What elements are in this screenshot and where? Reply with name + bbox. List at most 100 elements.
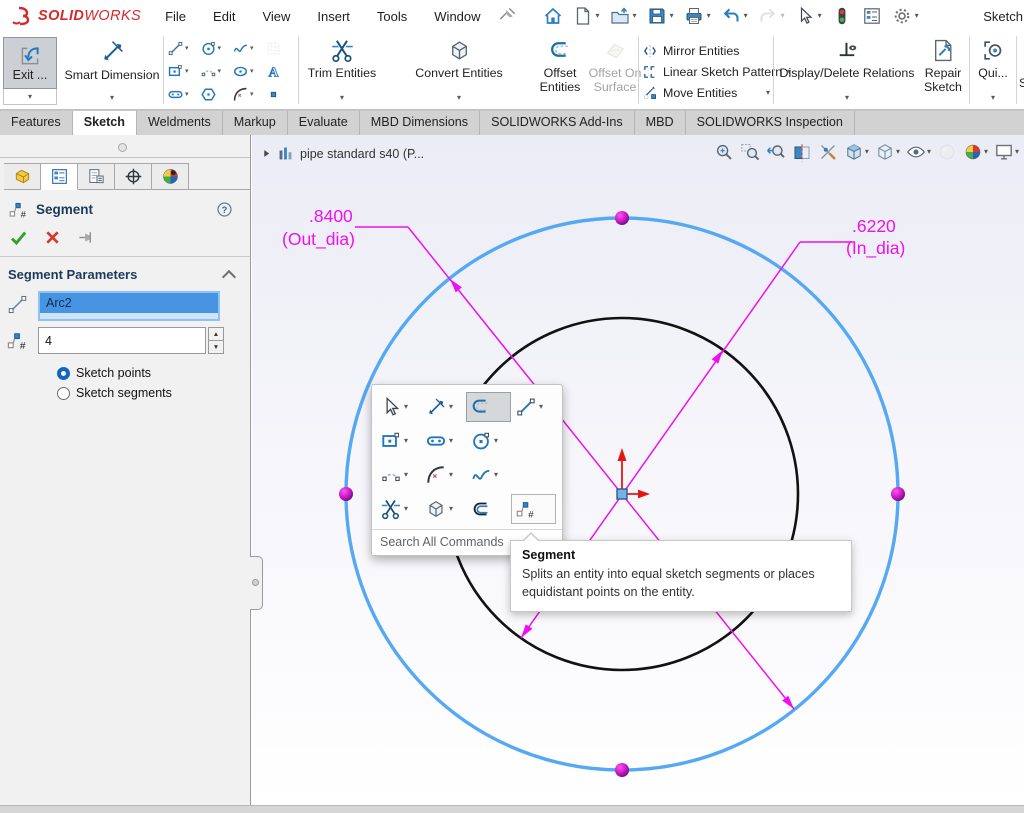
dropdown-arrow-icon[interactable]: ▾: [250, 68, 254, 75]
dropdown-arrow-icon[interactable]: ▾: [449, 505, 453, 513]
offset-on-surface-tool-button[interactable]: ▾: [466, 494, 511, 524]
sketch-picture-tool[interactable]: ▾: [265, 39, 298, 58]
dropdown-arrow-icon[interactable]: ▾: [185, 91, 189, 98]
panel-collapse-handle[interactable]: [250, 556, 263, 610]
tools-menu[interactable]: Tools: [377, 9, 407, 24]
line-tool-button[interactable]: ▾: [511, 392, 556, 422]
offset-entities-button[interactable]: Offset Entities: [534, 36, 586, 104]
dimxpertmanager-tab[interactable]: [115, 163, 152, 190]
dropdown-arrow-icon[interactable]: ▾: [984, 148, 988, 156]
ellipse-tool[interactable]: ▾: [232, 62, 265, 81]
move-entities-button[interactable]: Move Entities ▾: [642, 82, 770, 103]
dropdown-arrow-icon[interactable]: ▾: [596, 12, 600, 20]
dropdown-arrow-icon[interactable]: ▾: [404, 505, 408, 513]
dropdown-arrow-icon[interactable]: ▾: [494, 471, 498, 479]
keep-visible-pin-button[interactable]: [77, 228, 96, 247]
slot-tool[interactable]: ▾: [167, 85, 200, 104]
view-menu[interactable]: View: [262, 9, 290, 24]
dropdown-arrow-icon[interactable]: ▾: [707, 12, 711, 20]
circle-tool-button[interactable]: ▾: [466, 426, 511, 456]
dropdown-arrow-icon[interactable]: ▾: [404, 403, 408, 411]
tab-sketch[interactable]: Sketch: [73, 111, 137, 135]
insert-menu[interactable]: Insert: [317, 9, 350, 24]
fillet-tool[interactable]: ▾: [232, 85, 265, 104]
exit-sketch-button[interactable]: Exit ... ▾: [3, 37, 57, 105]
dropdown-arrow-icon[interactable]: ▾: [404, 471, 408, 479]
section-view-button[interactable]: ▾: [790, 141, 814, 163]
quick-snaps-dropdown[interactable]: ▾: [991, 94, 995, 104]
tab-markup[interactable]: Markup: [223, 111, 288, 135]
select-tool-button[interactable]: ▾: [376, 392, 421, 422]
dropdown-arrow-icon[interactable]: ▾: [1015, 148, 1019, 156]
edit-menu[interactable]: Edit: [213, 9, 235, 24]
expand-tree-icon[interactable]: [262, 149, 271, 158]
fillet-tool-button[interactable]: ▾: [421, 460, 466, 490]
previous-view-button[interactable]: ▾: [764, 141, 788, 163]
offset-entities-tool-button[interactable]: ▾: [466, 392, 511, 422]
tab-mbd-dimensions[interactable]: MBD Dimensions: [360, 111, 480, 135]
dropdown-arrow-icon[interactable]: ▾: [896, 148, 900, 156]
display-style-button[interactable]: ▾: [873, 141, 902, 163]
spline-tool-button[interactable]: ▾: [466, 460, 511, 490]
zoom-to-area-button[interactable]: ▾: [738, 141, 762, 163]
dropdown-arrow-icon[interactable]: ▾: [185, 45, 189, 52]
circle-tool[interactable]: ▾: [200, 39, 233, 58]
inner-diameter-name[interactable]: (In_dia): [846, 238, 905, 259]
window-menu[interactable]: Window: [434, 9, 480, 24]
featuremanager-tab[interactable]: [4, 163, 41, 190]
propertymanager-tab[interactable]: [41, 163, 78, 190]
dropdown-arrow-icon[interactable]: ▾: [539, 403, 543, 411]
select-button[interactable]: ▾: [790, 4, 827, 28]
outer-diameter-name[interactable]: (Out_dia): [282, 229, 355, 250]
dropdown-arrow-icon[interactable]: ▾: [250, 45, 254, 52]
dropdown-arrow-icon[interactable]: ▾: [927, 148, 931, 156]
home-button[interactable]: ▾: [538, 4, 568, 28]
exit-sketch-dropdown[interactable]: ▾: [3, 89, 57, 105]
smart-dimension-tool-button[interactable]: ▾: [421, 392, 466, 422]
polygon-tool[interactable]: ▾: [200, 85, 233, 104]
slot-tool-button[interactable]: ▾: [421, 426, 466, 456]
zoom-to-fit-button[interactable]: ▾: [712, 141, 736, 163]
trim-entities-button[interactable]: Trim Entities ▾: [300, 36, 384, 104]
tab-evaluate[interactable]: Evaluate: [288, 111, 360, 135]
text-tool[interactable]: A ▾: [265, 62, 298, 81]
stepper-up-button[interactable]: ▲: [208, 327, 224, 341]
dropdown-arrow-icon[interactable]: ▾: [670, 12, 674, 20]
convert-entities-tool-button[interactable]: ▾: [421, 494, 466, 524]
quick-snaps-button[interactable]: Qui... ▾: [972, 36, 1014, 104]
dropdown-arrow-icon[interactable]: ▾: [818, 12, 822, 20]
dropdown-arrow-icon[interactable]: ▾: [449, 471, 453, 479]
dropdown-arrow-icon[interactable]: ▾: [449, 437, 453, 445]
display-delete-relations-dropdown[interactable]: ▾: [845, 94, 849, 104]
redo-button[interactable]: ▾: [753, 4, 790, 28]
rectangle-tool[interactable]: ▾: [167, 62, 200, 81]
sketch-origin[interactable]: [617, 448, 650, 499]
settings-button[interactable]: ▾: [887, 4, 924, 28]
tab-features[interactable]: Features: [0, 111, 73, 135]
dropdown-arrow-icon[interactable]: ▾: [404, 437, 408, 445]
dropdown-arrow-icon[interactable]: ▾: [633, 12, 637, 20]
rebuild-button[interactable]: ▾: [827, 4, 857, 28]
tab-weldments[interactable]: Weldments: [137, 111, 223, 135]
stepper-down-button[interactable]: ▼: [208, 341, 224, 354]
convert-entities-dropdown[interactable]: ▾: [457, 94, 461, 104]
feature-tree-flyout[interactable]: pipe standard s40 (P...: [262, 145, 424, 162]
dropdown-arrow-icon[interactable]: ▾: [218, 45, 222, 52]
dropdown-arrow-icon[interactable]: ▾: [494, 437, 498, 445]
sketch-points-radio[interactable]: Sketch points: [57, 366, 250, 380]
view-orientation-button[interactable]: ▾: [842, 141, 871, 163]
help-icon[interactable]: ?: [216, 201, 233, 218]
display-delete-relations-button[interactable]: Display/Delete Relations ▾: [776, 36, 918, 104]
edit-appearance-button[interactable]: ▾: [935, 141, 959, 163]
save-button[interactable]: ▾: [642, 4, 679, 28]
open-document-button[interactable]: ▾: [605, 4, 642, 28]
tab-solidworks-inspection[interactable]: SOLIDWORKS Inspection: [686, 111, 855, 135]
dropdown-arrow-icon[interactable]: ▾: [766, 89, 770, 97]
options-button[interactable]: ▾: [857, 4, 887, 28]
dropdown-arrow-icon[interactable]: ▾: [915, 12, 919, 20]
tab-solidworks-add-ins[interactable]: SOLIDWORKS Add-Ins: [480, 111, 635, 135]
dropdown-arrow-icon[interactable]: ▾: [781, 12, 785, 20]
sketch-segments-radio[interactable]: Sketch segments: [57, 386, 250, 400]
dropdown-arrow-icon[interactable]: ▾: [250, 91, 254, 98]
trim-entities-tool-button[interactable]: ▾: [376, 494, 421, 524]
